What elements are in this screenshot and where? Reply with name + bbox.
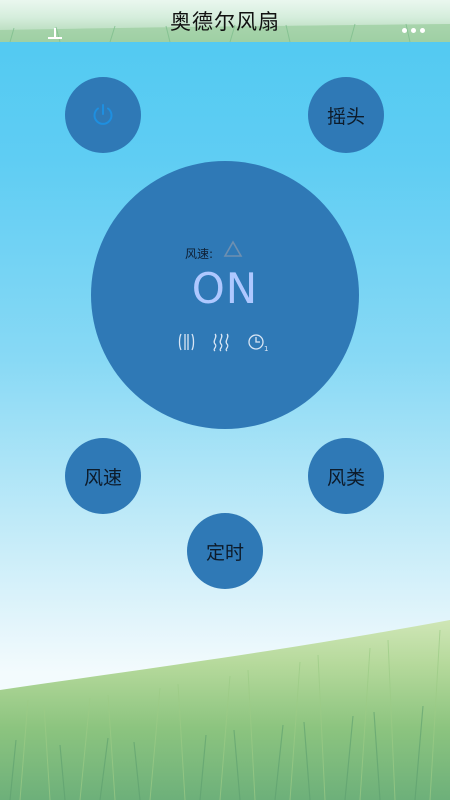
app-title: 奥德尔风扇 <box>170 10 280 34</box>
fan-remote-screen: 奥德尔风扇 摇头 风速: ON 1 风速 风类 定时 <box>0 0 450 800</box>
wind-waves-icon <box>213 333 229 352</box>
more-options-icon[interactable] <box>402 18 432 33</box>
power-button[interactable] <box>65 77 141 153</box>
speed-button[interactable]: 风速 <box>65 438 141 514</box>
title-bar: 奥德尔风扇 <box>0 0 450 42</box>
mode-button[interactable]: 风类 <box>308 438 384 514</box>
more-dot <box>420 28 425 33</box>
speed-caption: 风速: <box>185 247 214 261</box>
swing-button[interactable]: 摇头 <box>308 77 384 153</box>
wind-bars-icon <box>178 333 195 351</box>
speed-button-label: 风速 <box>83 466 122 489</box>
power-state-text: ON <box>191 264 259 313</box>
more-dot <box>402 28 407 33</box>
more-dot <box>411 28 416 33</box>
timer-button-label: 定时 <box>205 541 244 564</box>
mode-button-label: 风类 <box>326 466 365 489</box>
power-icon <box>93 104 113 125</box>
triangle-outline-icon <box>223 240 243 257</box>
timer-subscript: 1 <box>264 345 268 353</box>
timer-button[interactable]: 定时 <box>187 513 263 589</box>
timer-icon: 1 <box>248 334 268 353</box>
swing-button-label: 摇头 <box>326 105 365 128</box>
status-dial: 风速: ON 1 <box>91 161 359 429</box>
